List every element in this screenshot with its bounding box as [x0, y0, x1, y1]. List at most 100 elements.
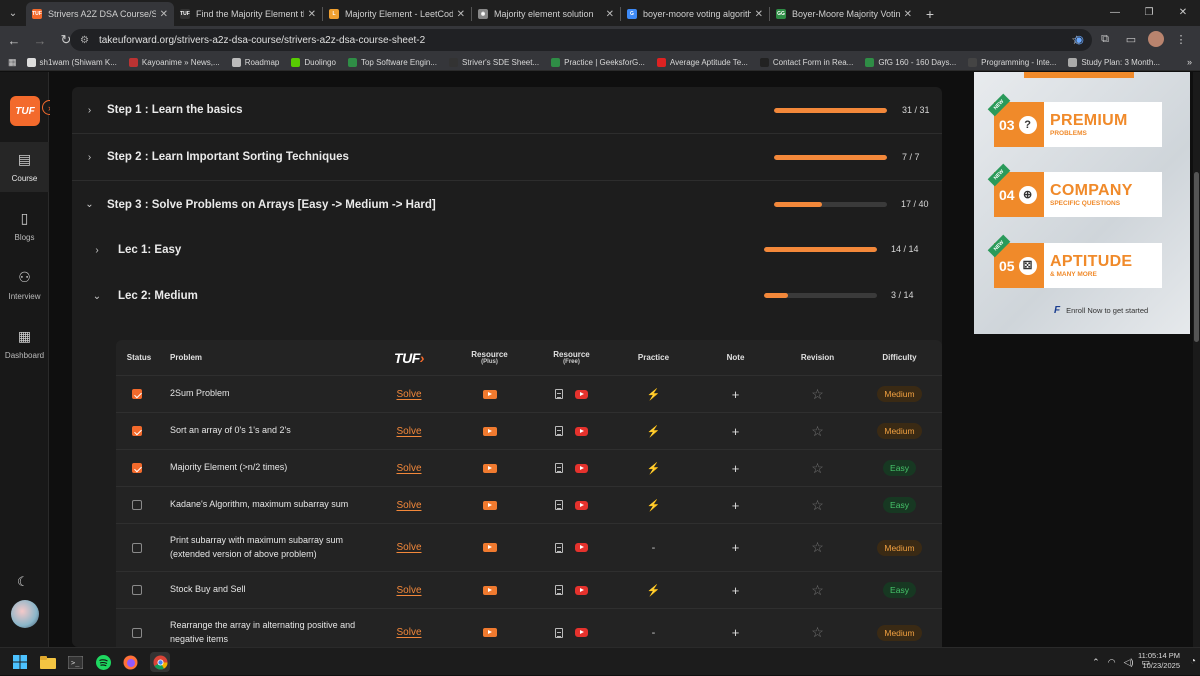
terminal-icon[interactable]: >_ — [67, 654, 83, 670]
youtube-icon[interactable] — [575, 426, 588, 436]
user-avatar[interactable] — [11, 600, 39, 628]
volume-icon[interactable]: ◁) — [1124, 657, 1134, 668]
status-checkbox[interactable] — [132, 500, 142, 510]
browser-tab[interactable]: GG Boyer-Moore Majority Voting A ✕ — [770, 2, 918, 26]
menu-icon[interactable]: ⋮ — [1172, 30, 1190, 48]
article-icon[interactable] — [555, 627, 563, 638]
solve-link[interactable]: Solve — [396, 585, 421, 596]
add-note-icon[interactable]: + — [732, 583, 740, 598]
promo-card[interactable]: 03? PREMIUM PROBLEMS — [994, 102, 1162, 147]
youtube-icon[interactable] — [575, 585, 588, 595]
browser-tab[interactable]: L Majority Element - LeetCode ✕ — [323, 2, 471, 26]
add-note-icon[interactable]: + — [732, 424, 740, 439]
chrome-icon[interactable] — [150, 652, 170, 672]
bookmarks-more-icon[interactable]: » — [1187, 57, 1192, 67]
close-window-icon[interactable]: ✕ — [1166, 0, 1200, 24]
video-plus-icon[interactable] — [482, 389, 497, 399]
browser-tab[interactable]: TUF Strivers A2Z DSA Course/Sheet ✕ — [26, 2, 174, 26]
youtube-icon[interactable] — [575, 543, 588, 552]
revision-star-icon[interactable]: ☆ — [811, 460, 824, 477]
extensions-icon[interactable]: ⧉ — [1096, 30, 1114, 48]
back-icon[interactable]: ← — [2, 28, 26, 52]
promo-banner[interactable]: 03? PREMIUM PROBLEMS NEW 04 ⊕ COMPANY SPECIFIC … — [974, 72, 1190, 334]
status-checkbox[interactable] — [132, 389, 142, 399]
sidepanel-icon[interactable]: ▭ — [1122, 30, 1140, 48]
revision-star-icon[interactable]: ☆ — [811, 539, 824, 556]
add-note-icon[interactable]: + — [732, 540, 740, 555]
youtube-icon[interactable] — [575, 463, 588, 473]
practice-link-icon[interactable]: ⚡ — [647, 388, 661, 401]
bookmark-item[interactable]: Kayoanime » News,... — [128, 57, 220, 67]
maximize-icon[interactable]: ❐ — [1132, 0, 1166, 24]
revision-star-icon[interactable]: ☆ — [811, 624, 824, 641]
add-note-icon[interactable]: + — [732, 461, 740, 476]
bookmark-item[interactable]: Striver's SDE Sheet... — [449, 57, 539, 67]
youtube-icon[interactable] — [575, 628, 588, 637]
bookmark-item[interactable]: sh1wam (Shiwam K... — [26, 57, 117, 67]
bookmark-item[interactable]: Practice | GeeksforG... — [551, 57, 645, 67]
video-plus-icon[interactable] — [482, 585, 497, 595]
firefox-icon[interactable] — [122, 654, 138, 670]
status-checkbox[interactable] — [132, 426, 142, 436]
article-icon[interactable] — [555, 389, 563, 399]
site-info-icon[interactable]: ⚙ — [80, 35, 89, 46]
scrollbar-thumb[interactable] — [1194, 172, 1199, 342]
status-checkbox[interactable] — [132, 585, 142, 595]
dark-mode-moon-icon[interactable]: ☾ — [17, 574, 29, 590]
bookmark-item[interactable]: Programming - Inte... — [968, 57, 1056, 67]
solve-link[interactable]: Solve — [396, 389, 421, 400]
solve-link[interactable]: Solve — [396, 426, 421, 437]
article-icon[interactable] — [555, 426, 563, 436]
add-note-icon[interactable]: + — [732, 387, 740, 402]
article-icon[interactable] — [555, 585, 563, 595]
status-checkbox[interactable] — [132, 542, 142, 553]
promo-card[interactable]: 04 ⊕ COMPANY SPECIFIC QUESTIONS — [994, 172, 1162, 217]
youtube-icon[interactable] — [575, 389, 588, 399]
solve-link[interactable]: Solve — [396, 500, 421, 511]
add-note-icon[interactable]: + — [732, 498, 740, 513]
solve-link[interactable]: Solve — [396, 542, 421, 553]
status-checkbox[interactable] — [132, 463, 142, 473]
video-plus-icon[interactable] — [482, 426, 497, 436]
close-tab-icon[interactable]: ✕ — [457, 9, 465, 20]
bookmark-item[interactable]: Study Plan: 3 Month... — [1068, 57, 1160, 67]
close-tab-icon[interactable]: ✕ — [160, 9, 168, 20]
file-explorer-icon[interactable] — [40, 654, 56, 670]
sidebar-item-blogs[interactable]: ▯ Blogs — [0, 210, 49, 242]
browser-tab[interactable]: TUF Find the Majority Element that ✕ — [174, 2, 322, 26]
sidebar-item-course[interactable]: ▤ Course — [0, 142, 49, 192]
practice-link-icon[interactable]: ⚡ — [647, 499, 661, 512]
new-tab-button[interactable]: + — [918, 2, 942, 26]
clock[interactable]: 11:05:14 PM 10/23/2025 — [1138, 651, 1180, 671]
lecture-1-row[interactable]: › Lec 1: Easy 14 / 14 — [72, 227, 942, 273]
page-scrollbar[interactable] — [1193, 72, 1200, 647]
bookmark-item[interactable]: Average Aptitude Te... — [656, 57, 748, 67]
address-bar[interactable]: ⚙ takeuforward.org/strivers-a2z-dsa-cour… — [70, 29, 1092, 51]
bookmark-item[interactable]: Duolingo — [291, 57, 336, 67]
practice-link-icon[interactable]: ⚡ — [647, 584, 661, 597]
article-icon[interactable] — [555, 463, 563, 473]
video-plus-icon[interactable] — [482, 463, 497, 473]
minimize-icon[interactable]: — — [1098, 0, 1132, 24]
youtube-icon[interactable] — [575, 500, 588, 510]
step-2-row[interactable]: › Step 2 : Learn Important Sorting Techn… — [72, 134, 942, 181]
practice-link-icon[interactable]: ⚡ — [647, 425, 661, 438]
close-tab-icon[interactable]: ✕ — [904, 9, 912, 20]
practice-link-icon[interactable]: ⚡ — [647, 462, 661, 475]
revision-star-icon[interactable]: ☆ — [811, 497, 824, 514]
promo-card[interactable]: 05 ⚄ APTITUDE & MANY MORE — [994, 243, 1162, 288]
video-plus-icon[interactable] — [482, 500, 497, 510]
bookmark-item[interactable]: Roadmap — [231, 57, 279, 67]
sidebar-item-interview[interactable]: ⚇ Interview — [0, 269, 49, 301]
browser-tab[interactable]: ◉ Majority element solution ✕ — [472, 2, 620, 26]
bookmark-item[interactable]: Top Software Engin... — [347, 57, 437, 67]
step-1-row[interactable]: › Step 1 : Learn the basics 31 / 31 — [72, 87, 942, 134]
revision-star-icon[interactable]: ☆ — [811, 423, 824, 440]
revision-star-icon[interactable]: ☆ — [811, 386, 824, 403]
forward-icon[interactable]: → — [28, 28, 52, 52]
browser-tab[interactable]: Gboyer-moore voting algorithm ✕ — [621, 2, 769, 26]
article-icon[interactable] — [555, 500, 563, 510]
step-3-row[interactable]: ⌄ Step 3 : Solve Problems on Arrays [Eas… — [72, 181, 942, 228]
close-tab-icon[interactable]: ✕ — [606, 9, 614, 20]
revision-star-icon[interactable]: ☆ — [811, 582, 824, 599]
